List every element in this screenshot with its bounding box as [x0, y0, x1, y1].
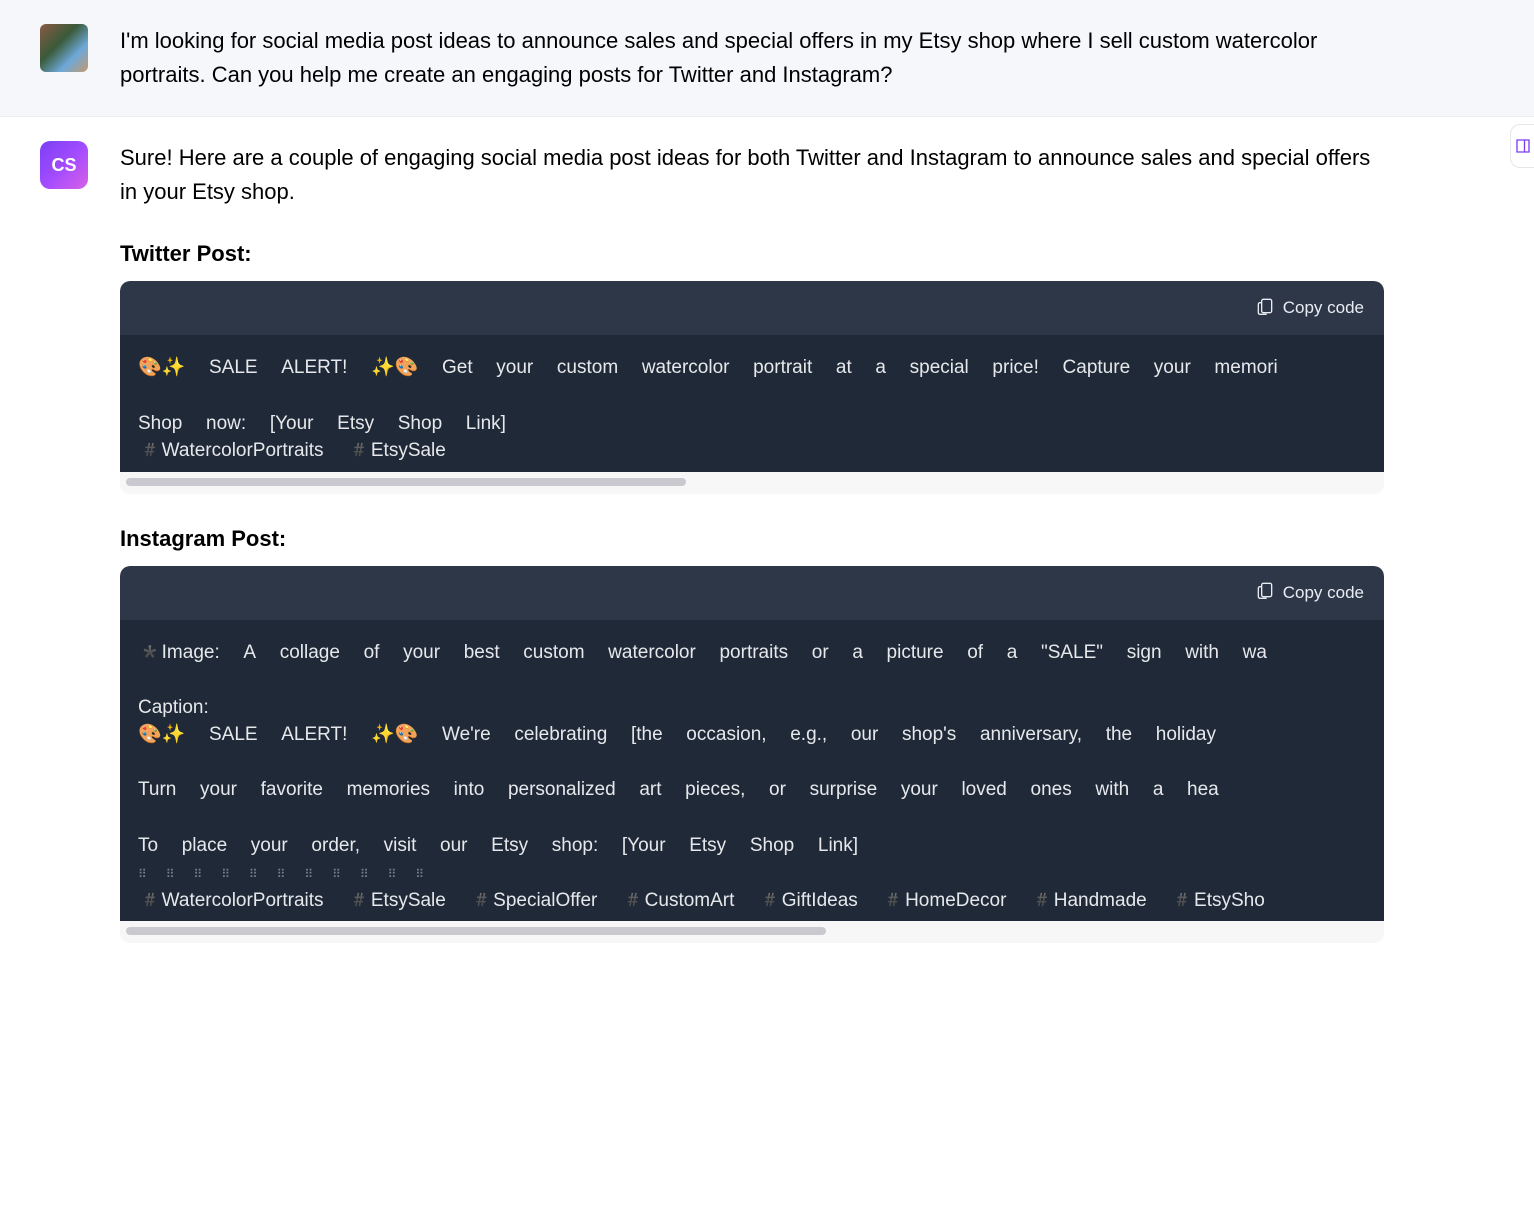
assistant-message-row: CS Sure! Here are a couple of engaging s…	[0, 117, 1534, 967]
instagram-code-card: Copy code *Image: A collage of your best…	[120, 566, 1384, 943]
instagram-code-content[interactable]: *Image: A collage of your best custom wa…	[120, 620, 1384, 921]
instagram-heading: Instagram Post:	[120, 522, 1384, 556]
horizontal-scrollbar[interactable]	[124, 925, 1380, 937]
code-header: Copy code	[120, 566, 1384, 620]
assistant-message-body: Sure! Here are a couple of engaging soci…	[120, 141, 1384, 943]
drag-handle-dots: ⠿ ⠿ ⠿ ⠿ ⠿ ⠿ ⠿ ⠿ ⠿ ⠿ ⠿	[138, 867, 426, 881]
clipboard-icon	[1255, 580, 1275, 605]
user-message-text: I'm looking for social media post ideas …	[120, 24, 1384, 92]
copy-code-button[interactable]: Copy code	[1255, 580, 1364, 605]
user-message-row: I'm looking for social media post ideas …	[0, 0, 1534, 117]
twitter-code-card: Copy code 🎨✨ SALE ALERT! ✨🎨 Get your cus…	[120, 281, 1384, 493]
assistant-avatar-label: CS	[51, 155, 76, 176]
clipboard-icon	[1255, 296, 1275, 321]
user-avatar	[40, 24, 88, 72]
copy-code-label: Copy code	[1283, 583, 1364, 603]
twitter-code-content[interactable]: 🎨✨ SALE ALERT! ✨🎨 Get your custom waterc…	[120, 335, 1384, 471]
scroll-thumb[interactable]	[126, 478, 686, 486]
copy-code-label: Copy code	[1283, 298, 1364, 318]
copy-code-button[interactable]: Copy code	[1255, 296, 1364, 321]
code-header: Copy code	[120, 281, 1384, 335]
assistant-avatar: CS	[40, 141, 88, 189]
scroll-thumb[interactable]	[126, 927, 826, 935]
collapse-sidebar-button[interactable]	[1510, 124, 1534, 168]
horizontal-scrollbar[interactable]	[124, 476, 1380, 488]
assistant-intro-text: Sure! Here are a couple of engaging soci…	[120, 141, 1384, 209]
twitter-heading: Twitter Post:	[120, 237, 1384, 271]
